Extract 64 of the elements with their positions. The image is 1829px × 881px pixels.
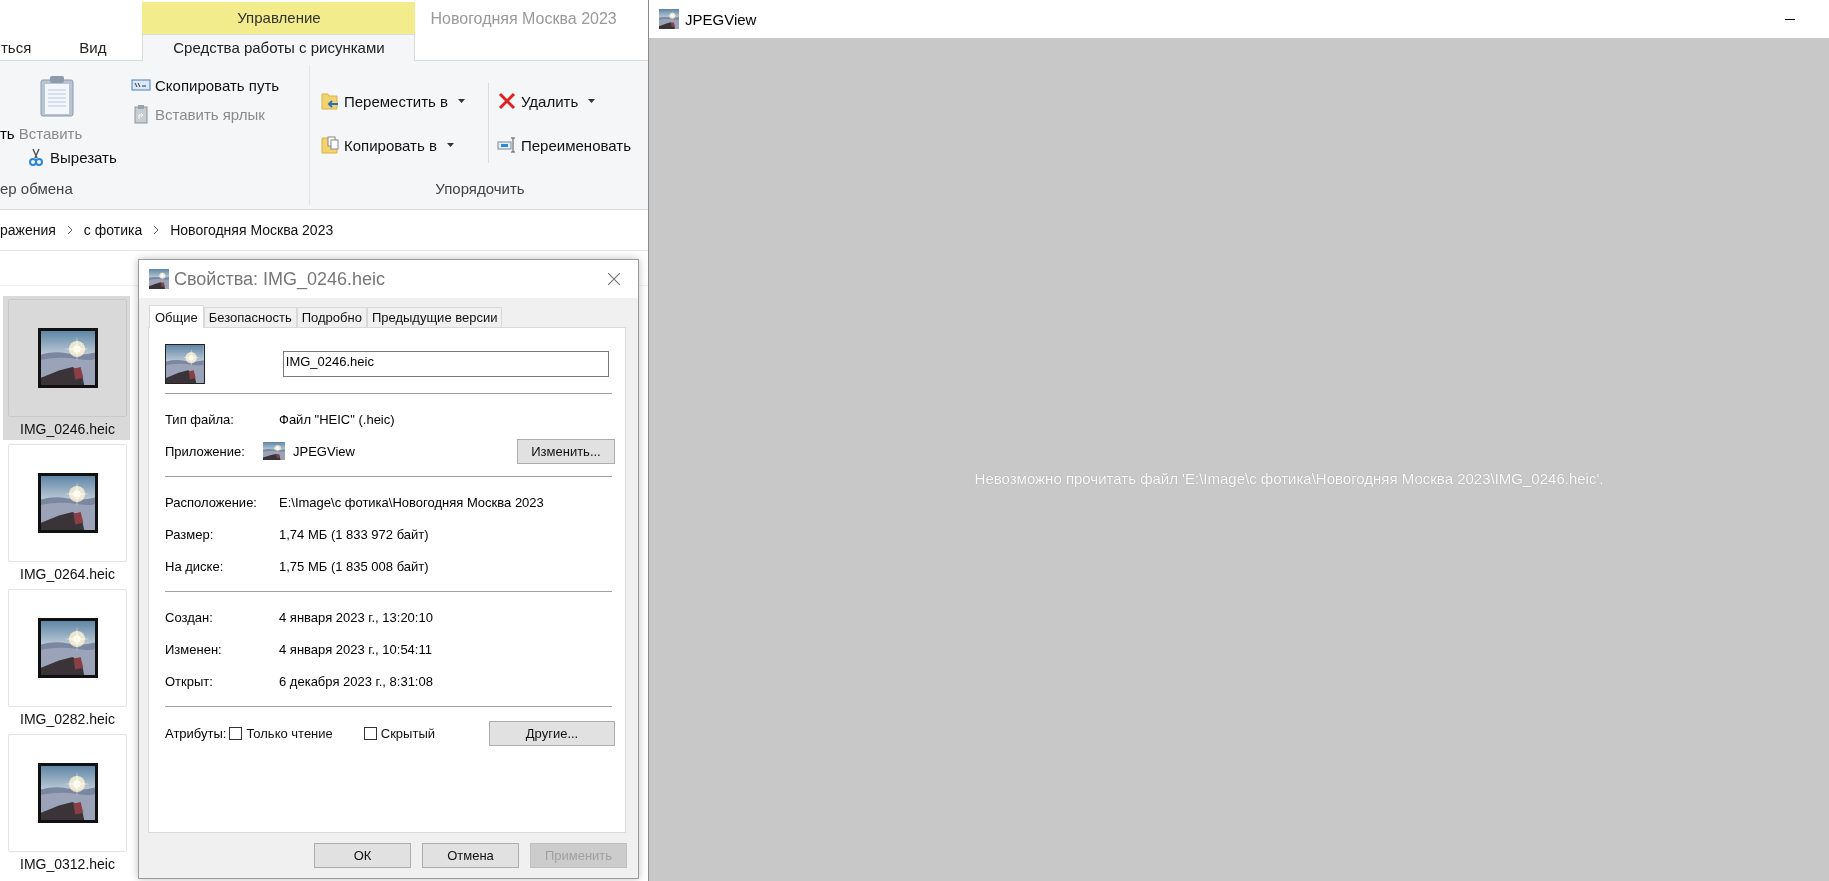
move-folder-icon xyxy=(320,91,340,111)
ribbon-button[interactable]: Удалить xyxy=(497,88,600,114)
file-item[interactable]: IMG_0246.heic xyxy=(3,296,130,440)
ribbon-button[interactable]: Переместить в xyxy=(320,88,470,114)
dialog-title: Свойства: IMG_0246.heic xyxy=(174,268,387,290)
property-value: Файл "HEIC" (.heic) xyxy=(279,411,395,427)
ribbon-button[interactable]: Копировать в xyxy=(320,132,458,158)
ribbon-tab[interactable]: Вид xyxy=(64,34,122,60)
window-title: Новогодняя Москва 2023 xyxy=(430,10,617,28)
name-field[interactable]: IMG_0246.heic xyxy=(282,351,609,377)
minimize-icon[interactable] xyxy=(1785,18,1795,20)
dialog-tab[interactable]: Предыдущие версии xyxy=(366,307,503,327)
context-tab-header: Управление xyxy=(142,2,416,34)
checkbox[interactable]: Только чтение xyxy=(229,725,333,741)
ribbon-button[interactable]: Вырезать xyxy=(26,144,121,170)
property-label: Тип файла: xyxy=(165,411,235,427)
clipboard-icon xyxy=(38,75,76,117)
scissors-icon xyxy=(26,147,46,167)
change-button[interactable]: Изменить... xyxy=(517,438,615,464)
property-label: Приложение: xyxy=(165,443,246,459)
chevron-icon xyxy=(66,226,73,234)
property-value: E:\Image\с фотика\Новогодняя Москва 2023 xyxy=(279,494,544,510)
property-value: 1,74 МБ (1 833 972 байт) xyxy=(279,526,429,542)
checkbox[interactable]: Скрытый xyxy=(363,725,435,741)
caret-icon xyxy=(446,143,454,147)
shortcut-icon xyxy=(131,104,151,124)
group-label: Упорядочить xyxy=(434,179,526,199)
dialog-button[interactable]: Отмена xyxy=(422,843,519,868)
property-label: Открыт: xyxy=(165,673,214,689)
breadcrumb-item[interactable]: с фотика xyxy=(83,222,143,238)
property-label: Изменен: xyxy=(165,641,223,657)
ribbon-button[interactable]: Скопировать путь xyxy=(131,72,284,98)
property-label: На диске: xyxy=(165,558,225,574)
property-value: 4 января 2023 г., 13:20:10 xyxy=(279,609,433,625)
attributes-label: Атрибуты: xyxy=(165,725,227,741)
chevron-icon xyxy=(153,226,160,234)
property-value: 1,75 МБ (1 835 008 байт) xyxy=(279,558,429,574)
dialog-tab[interactable]: Безопасность xyxy=(203,307,297,327)
caret-icon xyxy=(458,99,466,103)
other-button[interactable]: Другие... xyxy=(489,720,615,746)
property-label: Создан: xyxy=(165,609,214,625)
property-value: JPEGView xyxy=(293,443,355,459)
checkbox-box[interactable] xyxy=(229,726,243,740)
window-title: JPEGView xyxy=(685,10,758,28)
ribbon-tab[interactable]: Средства работы с рисунками xyxy=(142,34,416,61)
breadcrumb-item[interactable]: ражения xyxy=(0,222,56,238)
property-value: 4 января 2023 г., 10:54:11 xyxy=(279,641,432,657)
close-icon[interactable] xyxy=(608,273,620,285)
group-label: ер обмена xyxy=(0,179,74,199)
property-value: 6 декабря 2023 г., 8:31:08 xyxy=(279,673,433,689)
ribbon-button[interactable]: Переименовать xyxy=(497,132,635,158)
close-icon xyxy=(497,91,517,111)
property-label: Расположение: xyxy=(165,494,258,510)
breadcrumb-item[interactable]: Новогодняя Москва 2023 xyxy=(170,222,334,238)
property-label: Размер: xyxy=(165,526,215,542)
ribbon-label: ть xyxy=(0,125,15,142)
checkbox-box[interactable] xyxy=(363,726,377,740)
caret-icon xyxy=(588,99,596,103)
copy-folder-icon xyxy=(320,135,340,155)
dialog-tab[interactable]: Общие xyxy=(149,305,204,328)
dialog-tab[interactable]: Подробно xyxy=(296,307,367,327)
dialog-button[interactable]: ОК xyxy=(314,843,411,868)
rename-icon xyxy=(497,135,517,155)
ribbon-tab[interactable]: ться xyxy=(0,34,43,60)
